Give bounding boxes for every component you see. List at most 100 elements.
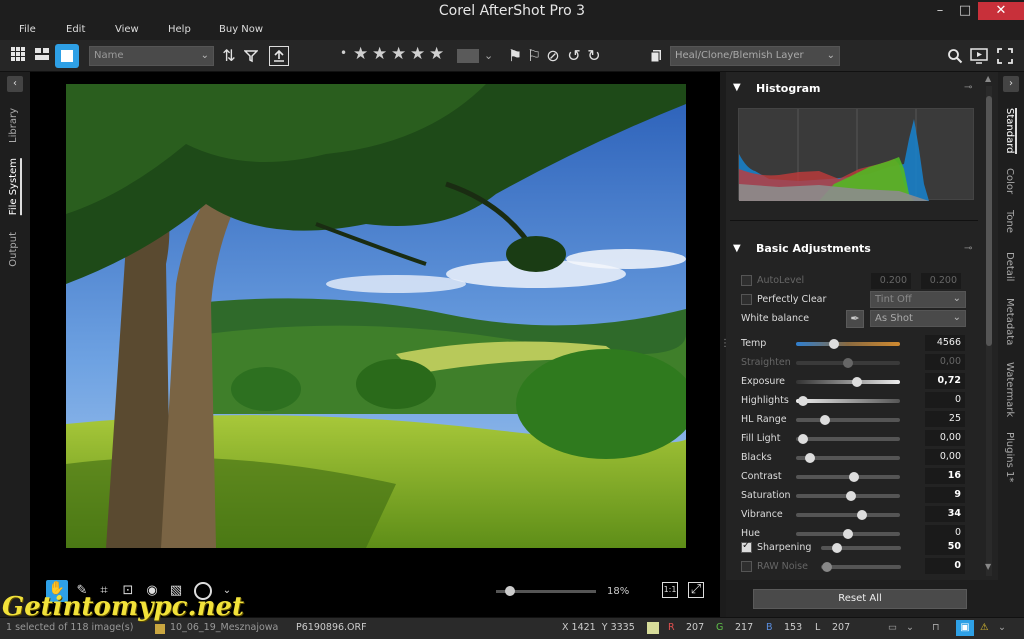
scroll-down-icon[interactable]: ▼ [985, 562, 991, 571]
settings-chevron-icon[interactable]: ⌄ [998, 622, 1006, 633]
status-chevron-down-icon[interactable]: ⌄ [906, 622, 914, 633]
tab-plugins[interactable]: Plugins 1* [1004, 432, 1015, 482]
exposure-value[interactable]: 0,72 [925, 373, 965, 389]
tint-select[interactable]: Tint Off ⌄ [870, 291, 966, 308]
tab-library[interactable]: Library [8, 108, 19, 143]
fill-light-slider[interactable] [796, 434, 900, 444]
exposure-slider-knob[interactable] [852, 377, 863, 387]
sort-select[interactable]: Name ⌄ [89, 46, 214, 66]
fill-light-slider-knob[interactable] [797, 434, 808, 444]
close-button[interactable]: ✕ [978, 2, 1024, 20]
rating-star-1[interactable]: ★ [353, 44, 368, 64]
grid-view-icon[interactable] [8, 46, 28, 66]
contrast-slider[interactable] [796, 472, 900, 482]
split-view-icon[interactable] [32, 46, 52, 66]
display-icon[interactable]: ▭ [888, 622, 897, 633]
flag-reject-icon[interactable]: ⚐ [524, 46, 544, 66]
pin-icon[interactable]: ⊸ [964, 82, 972, 93]
slideshow-icon[interactable] [969, 46, 989, 66]
hl-range-slider-knob[interactable] [819, 415, 830, 425]
blacks-value[interactable]: 0,00 [925, 449, 965, 465]
rating-clear-dot[interactable]: • [340, 46, 347, 60]
rotate-right-icon[interactable]: ↻ [584, 46, 604, 66]
panel-scrollbar-thumb[interactable] [986, 96, 992, 346]
flag-pick-icon[interactable]: ⚑ [505, 46, 525, 66]
rating-star-5[interactable]: ★ [429, 44, 444, 64]
tab-file-system[interactable]: File System [8, 158, 22, 216]
tab-tone[interactable]: Tone [1004, 210, 1015, 233]
vibrance-slider-knob[interactable] [857, 510, 868, 520]
export-icon[interactable] [269, 46, 289, 66]
color-label-chevron-down-icon[interactable]: ⌄ [484, 49, 493, 62]
vibrance-value[interactable]: 34 [925, 506, 965, 522]
autolevel-value-1[interactable]: 0.200 [871, 273, 911, 289]
tab-detail[interactable]: Detail [1004, 252, 1015, 281]
vibrance-slider[interactable] [796, 510, 900, 520]
maximize-button[interactable]: □ [953, 2, 977, 20]
highlights-slider[interactable] [796, 396, 900, 406]
copy-icon[interactable] [646, 46, 666, 66]
reset-all-button[interactable]: Reset All [753, 589, 967, 609]
fullscreen-icon[interactable] [995, 46, 1015, 66]
minimize-button[interactable]: – [928, 2, 952, 20]
temp-slider[interactable] [796, 339, 900, 349]
unlock-icon[interactable]: ⊓ [932, 622, 939, 633]
menu-view[interactable]: View [115, 24, 139, 35]
eyedropper-icon[interactable]: ✒ [846, 310, 864, 328]
blacks-slider-knob[interactable] [805, 453, 816, 463]
menu-buy-now[interactable]: Buy Now [219, 24, 263, 35]
zoom-fit-icon[interactable]: ⤢ [688, 582, 704, 598]
temp-slider-knob[interactable] [828, 339, 839, 349]
contrast-value[interactable]: 16 [925, 468, 965, 484]
zoom-1to1-icon[interactable]: 1:1 [662, 582, 678, 598]
sharpening-checkbox[interactable]: ✓ [741, 540, 752, 553]
contrast-slider-knob[interactable] [848, 472, 859, 482]
hue-value[interactable]: 0 [925, 525, 965, 541]
blacks-slider[interactable] [796, 453, 900, 463]
saturation-slider[interactable] [796, 491, 900, 501]
pin-icon[interactable]: ⊸ [964, 243, 972, 254]
single-view-icon[interactable] [55, 44, 79, 68]
raw-noise-value[interactable]: 0 [925, 558, 965, 574]
tab-metadata[interactable]: Metadata [1004, 298, 1015, 345]
scroll-up-icon[interactable]: ▲ [985, 74, 991, 83]
white-balance-select[interactable]: As Shot ⌄ [870, 310, 966, 327]
flag-clear-icon[interactable]: ⊘ [543, 46, 563, 66]
menu-edit[interactable]: Edit [66, 24, 85, 35]
rating-star-2[interactable]: ★ [372, 44, 387, 64]
color-label-swatch[interactable] [457, 49, 479, 63]
warning-icon[interactable]: ⚠ [980, 622, 989, 633]
sort-direction-icon[interactable]: ⇅ [219, 46, 239, 66]
raw-noise-slider[interactable] [821, 562, 901, 572]
autolevel-value-2[interactable]: 0.200 [921, 273, 961, 289]
straighten-slider-knob[interactable] [843, 358, 853, 368]
zoom-slider-knob[interactable] [505, 586, 515, 596]
collapse-right-icon[interactable]: › [1003, 76, 1019, 92]
straighten-value[interactable]: 0,00 [925, 354, 965, 370]
hl-range-value[interactable]: 25 [925, 411, 965, 427]
highlights-value[interactable]: 0 [925, 392, 965, 408]
layer-select[interactable]: Heal/Clone/Blemish Layer ⌄ [670, 46, 840, 66]
raw-noise-checkbox[interactable] [741, 561, 752, 572]
sharpening-slider[interactable] [821, 543, 901, 553]
zoom-slider[interactable] [496, 586, 596, 596]
perfectly-clear-checkbox[interactable] [741, 294, 752, 305]
photo-preview[interactable] [66, 84, 686, 548]
panel-scrollbar[interactable] [986, 86, 992, 576]
menu-file[interactable]: File [19, 24, 36, 35]
rating-star-3[interactable]: ★ [391, 44, 406, 64]
raw-noise-slider-knob[interactable] [822, 562, 833, 572]
saturation-value[interactable]: 9 [925, 487, 965, 503]
menu-help[interactable]: Help [168, 24, 191, 35]
tab-watermark[interactable]: Watermark [1004, 362, 1015, 417]
fill-light-value[interactable]: 0,00 [925, 430, 965, 446]
rotate-left-icon[interactable]: ↺ [564, 46, 584, 66]
filter-icon[interactable] [241, 46, 261, 66]
hue-slider[interactable] [796, 529, 900, 539]
exposure-slider[interactable] [796, 377, 900, 387]
collapse-left-icon[interactable]: ‹ [7, 76, 23, 92]
saturation-slider-knob[interactable] [845, 491, 856, 501]
basic-collapse-icon[interactable]: ▼ [733, 243, 741, 254]
tab-standard[interactable]: Standard [1004, 108, 1017, 154]
tab-output[interactable]: Output [8, 232, 19, 267]
